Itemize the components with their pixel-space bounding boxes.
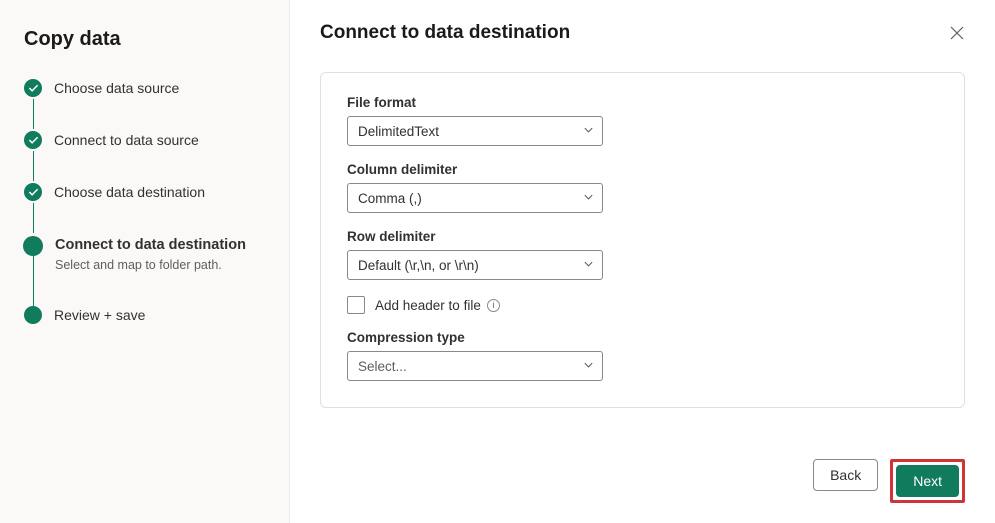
step-review-save[interactable]: Review + save (24, 306, 265, 358)
step-connector (33, 99, 34, 129)
form-panel: File format DelimitedText Column delimit… (320, 72, 965, 408)
file-format-field: File format DelimitedText (347, 95, 938, 146)
step-label: Connect to data destination (55, 236, 246, 255)
step-connector (33, 256, 34, 308)
step-choose-destination[interactable]: Choose data destination (24, 183, 265, 235)
add-header-row: Add header to file i (347, 296, 938, 314)
step-connector (33, 151, 34, 181)
main-content: Connect to data destination File format … (290, 0, 995, 523)
wizard-sidebar: Copy data Choose data source Connect to … (0, 0, 290, 523)
step-connect-destination[interactable]: Connect to data destination Select and m… (24, 236, 265, 307)
pending-step-icon (24, 306, 42, 324)
wizard-steps: Choose data source Connect to data sourc… (24, 79, 265, 359)
check-icon (24, 79, 42, 97)
wizard-title: Copy data (24, 28, 265, 51)
file-format-label: File format (347, 95, 938, 110)
check-icon (24, 131, 42, 149)
step-sublabel: Select and map to folder path. (55, 258, 246, 272)
chevron-down-icon (583, 124, 594, 139)
close-icon[interactable] (949, 25, 965, 41)
highlight-box: Next (890, 459, 965, 503)
step-choose-source[interactable]: Choose data source (24, 79, 265, 131)
compression-label: Compression type (347, 330, 938, 345)
step-label: Choose data source (54, 79, 179, 97)
chevron-down-icon (583, 359, 594, 374)
info-icon[interactable]: i (487, 299, 500, 312)
add-header-label: Add header to file (375, 298, 481, 313)
step-label: Connect to data source (54, 131, 199, 149)
row-delimiter-value: Default (\r,\n, or \r\n) (358, 258, 479, 273)
file-format-value: DelimitedText (358, 124, 439, 139)
current-step-icon (23, 236, 43, 256)
step-connect-source[interactable]: Connect to data source (24, 131, 265, 183)
step-connector (33, 203, 34, 233)
file-format-select[interactable]: DelimitedText (347, 116, 603, 146)
chevron-down-icon (583, 258, 594, 273)
row-delimiter-select[interactable]: Default (\r,\n, or \r\n) (347, 250, 603, 280)
row-delimiter-label: Row delimiter (347, 229, 938, 244)
step-label: Choose data destination (54, 183, 205, 201)
main-header: Connect to data destination (320, 22, 965, 44)
back-button[interactable]: Back (813, 459, 878, 491)
column-delimiter-label: Column delimiter (347, 162, 938, 177)
compression-field: Compression type Select... (347, 330, 938, 381)
page-title: Connect to data destination (320, 22, 570, 44)
check-icon (24, 183, 42, 201)
row-delimiter-field: Row delimiter Default (\r,\n, or \r\n) (347, 229, 938, 280)
column-delimiter-value: Comma (,) (358, 191, 422, 206)
column-delimiter-field: Column delimiter Comma (,) (347, 162, 938, 213)
step-label: Review + save (54, 306, 145, 324)
add-header-checkbox[interactable] (347, 296, 365, 314)
wizard-footer: Back Next (320, 439, 965, 503)
compression-value: Select... (358, 359, 407, 374)
column-delimiter-select[interactable]: Comma (,) (347, 183, 603, 213)
next-button[interactable]: Next (896, 465, 959, 497)
compression-select[interactable]: Select... (347, 351, 603, 381)
chevron-down-icon (583, 191, 594, 206)
